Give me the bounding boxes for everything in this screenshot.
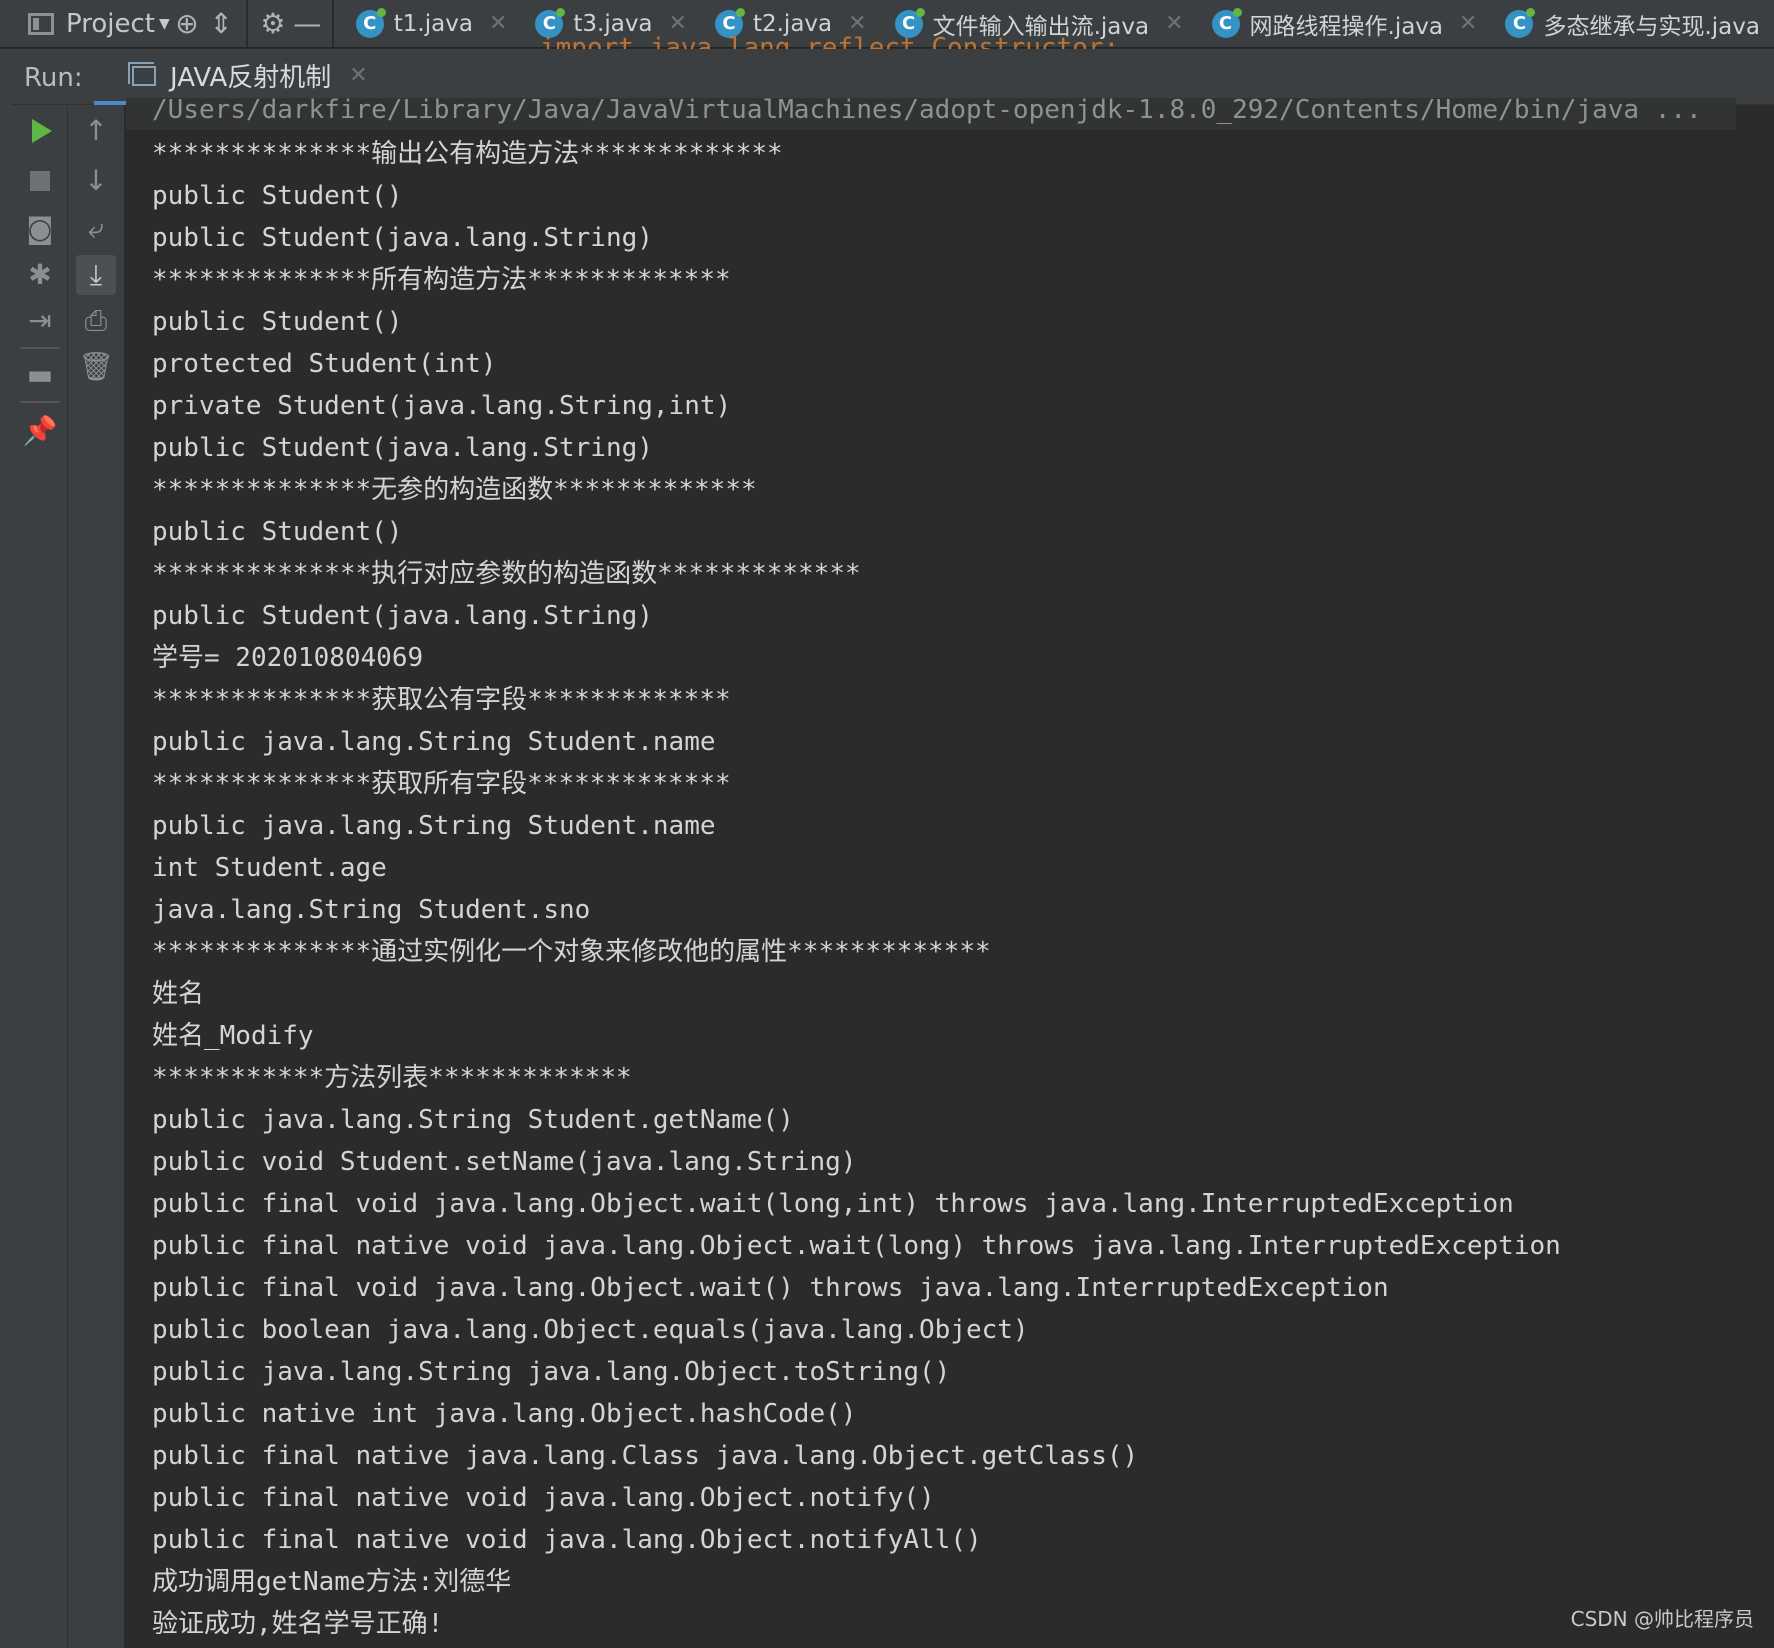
- console-line: 验证成功,姓名学号正确!: [152, 1609, 444, 1639]
- console-line: public java.lang.String Student.name: [152, 811, 716, 841]
- layout-icon[interactable]: ▬: [20, 355, 60, 395]
- close-icon[interactable]: ✕: [489, 11, 507, 36]
- toolbar-divider: [332, 0, 334, 47]
- java-class-icon: C: [535, 7, 566, 38]
- soft-wrap-icon[interactable]: ⤶: [76, 209, 116, 249]
- toolbar-divider: [20, 401, 60, 403]
- exit-icon[interactable]: ⇥: [20, 301, 60, 341]
- console-actions-toolbar: ↑ ↓ ⤶ ⤓ ⎙ 🗑: [68, 105, 126, 1648]
- console-line: **************通过实例化一个对象来修改他的属性**********…: [152, 937, 991, 967]
- console-line: public java.lang.String java.lang.Object…: [152, 1357, 951, 1387]
- console-line: 成功调用getName方法:刘德华: [152, 1567, 512, 1597]
- editor-tab-label: t3.java: [573, 10, 653, 37]
- toolbar-divider: [246, 0, 248, 47]
- console-line: public Student(java.lang.String): [152, 223, 653, 253]
- console-line: **************无参的构造函数*************: [152, 475, 757, 505]
- console-line: 学号= 202010804069: [152, 643, 424, 673]
- editor-code-peek: import java.lang.reflect.Constructor;: [540, 36, 1119, 50]
- stop-button[interactable]: [20, 161, 60, 201]
- console-line: public final void java.lang.Object.wait(…: [152, 1189, 1514, 1219]
- run-toolwindow-header: Run: JAVA反射机制 ✕: [12, 49, 1774, 105]
- console-line: **************输出公有构造方法*************: [152, 139, 783, 169]
- console-line: public java.lang.String Student.getName(…: [152, 1105, 794, 1135]
- editor-tab-label: 网路线程操作.java: [1249, 13, 1444, 40]
- console-line: ***********方法列表*************: [152, 1063, 632, 1093]
- chevron-down-icon: ▼: [158, 15, 170, 32]
- console-line: **************所有构造方法*************: [152, 265, 731, 295]
- camera-icon[interactable]: ◙: [20, 209, 60, 249]
- collapse-all-icon[interactable]: ⇕: [204, 0, 238, 47]
- close-icon[interactable]: ✕: [349, 63, 367, 88]
- run-icon: [32, 119, 52, 143]
- console-line: public Student(): [152, 517, 403, 547]
- close-icon[interactable]: ✕: [848, 11, 866, 36]
- console-line: 姓名: [152, 979, 205, 1009]
- run-actions-toolbar: ◙ ✱ ⇥ ▬ 📌: [12, 105, 68, 1648]
- rerun-button[interactable]: [20, 111, 60, 151]
- java-class-icon: C: [1211, 7, 1242, 38]
- console-line: public void Student.setName(java.lang.St…: [152, 1147, 857, 1177]
- console-line: public final void java.lang.Object.wait(…: [152, 1273, 1389, 1303]
- close-icon[interactable]: ✕: [1459, 11, 1477, 36]
- editor-tab-label: t2.java: [752, 10, 833, 37]
- trash-icon[interactable]: 🗑: [76, 347, 116, 387]
- editor-tab-t1[interactable]: C t1.java ✕: [342, 0, 522, 47]
- console-line: public native int java.lang.Object.hashC…: [152, 1399, 857, 1429]
- console-line: public final native void java.lang.Objec…: [152, 1231, 1561, 1261]
- locate-icon[interactable]: ⊕: [170, 0, 204, 47]
- arrow-down-icon[interactable]: ↓: [76, 161, 116, 201]
- arrow-up-icon[interactable]: ↑: [76, 111, 116, 151]
- console-icon: [128, 62, 156, 86]
- console-line: **************获取公有字段*************: [152, 685, 731, 715]
- editor-tab-network-thread[interactable]: C 网路线程操作.java ✕: [1198, 0, 1492, 47]
- console-line: public final native void java.lang.Objec…: [152, 1483, 935, 1513]
- console-line: java.lang.String Student.sno: [152, 895, 591, 925]
- editor-tab-label: 多态继承与实现.java: [1543, 13, 1760, 40]
- window-edge: [0, 49, 12, 1648]
- run-config-tab[interactable]: JAVA反射机制 ✕: [94, 49, 378, 105]
- project-icon: [28, 12, 54, 35]
- console-line: public final native void java.lang.Objec…: [152, 1525, 982, 1555]
- console-line: int Student.age: [152, 853, 387, 883]
- console-line: private Student(java.lang.String,int): [152, 391, 732, 421]
- project-label: Project: [66, 8, 155, 39]
- console-line: public final native java.lang.Class java…: [152, 1441, 1139, 1471]
- close-icon[interactable]: ✕: [1165, 11, 1183, 36]
- console-line: public Student(java.lang.String): [152, 601, 653, 631]
- run-config-name: JAVA反射机制: [170, 62, 332, 93]
- java-class-icon: C: [894, 7, 925, 38]
- java-class-icon: C: [355, 7, 386, 38]
- close-icon[interactable]: ✕: [669, 11, 687, 36]
- editor-tab-label: t1.java: [393, 10, 473, 37]
- console-command-line: /Users/darkfire/Library/Java/JavaVirtual…: [126, 98, 1736, 130]
- console-line: protected Student(int): [152, 349, 497, 379]
- toolbar-divider: [20, 347, 60, 349]
- minimize-icon[interactable]: —: [290, 0, 324, 47]
- print-icon[interactable]: ⎙: [76, 301, 116, 341]
- console-output[interactable]: /Users/darkfire/Library/Java/JavaVirtual…: [126, 98, 1748, 1648]
- console-line: public boolean java.lang.Object.equals(j…: [152, 1315, 1029, 1345]
- console-line: **************获取所有字段*************: [152, 769, 731, 799]
- java-class-icon: C: [714, 7, 745, 38]
- console-line: 姓名_Modify: [152, 1021, 314, 1051]
- stop-icon: [30, 171, 50, 191]
- run-label: Run:: [24, 63, 83, 93]
- console-line: public java.lang.String Student.name: [152, 727, 716, 757]
- scroll-to-end-icon[interactable]: ⤓: [76, 255, 116, 295]
- editor-tab-polymorphism[interactable]: C 多态继承与实现.java: [1491, 0, 1774, 47]
- console-line: public Student(java.lang.String): [152, 433, 653, 463]
- console-line: public Student(): [152, 181, 403, 211]
- console-line: **************执行对应参数的构造函数*************: [152, 559, 861, 589]
- java-class-icon: C: [1505, 7, 1536, 38]
- gear-icon[interactable]: ⚙: [256, 0, 290, 47]
- watermark: CSDN @帅比程序员: [1570, 1607, 1754, 1631]
- debug-bug-icon[interactable]: ✱: [20, 255, 60, 295]
- console-line: public Student(): [152, 307, 403, 337]
- project-dropdown[interactable]: Project ▼: [0, 0, 170, 47]
- pin-icon[interactable]: 📌: [20, 411, 60, 451]
